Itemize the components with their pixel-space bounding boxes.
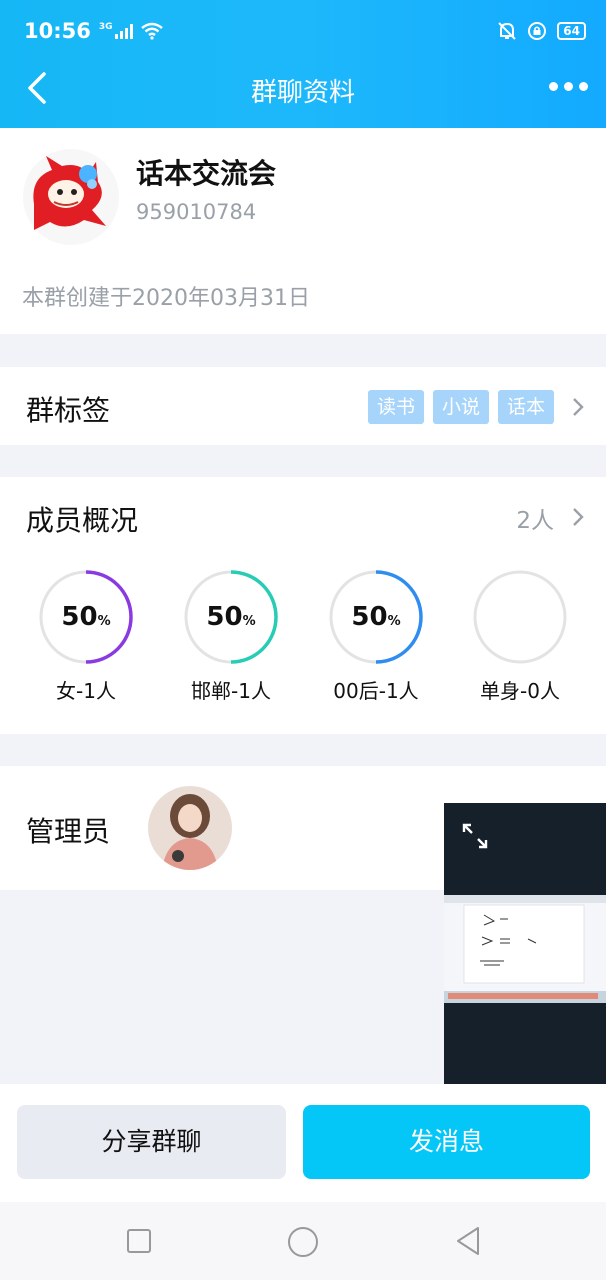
send-message-button[interactable]: 发消息	[303, 1105, 590, 1179]
members-label: 成员概况	[26, 504, 139, 537]
group-name: 话本交流会	[136, 157, 277, 190]
admin-avatar[interactable]	[148, 786, 232, 870]
back-icon[interactable]	[454, 1226, 482, 1256]
group-id: 959010784	[136, 200, 257, 224]
admin-label: 管理员	[26, 815, 111, 848]
status-time: 10:56	[24, 19, 91, 43]
ring-chart	[473, 570, 567, 664]
tag-chip: 读书	[367, 390, 424, 424]
wifi-icon	[140, 22, 163, 40]
chevron-right-icon	[573, 398, 584, 416]
members-overview-card: 成员概况 2人 50% 女-1人 50% 邯郸-1人 50% 00后-1人 单身…	[0, 477, 606, 734]
nav-bar: 群聊资料	[0, 60, 606, 116]
floating-video-window[interactable]	[444, 803, 606, 1090]
stat-gender[interactable]: 50% 女-1人	[16, 569, 156, 704]
tags-label: 群标签	[26, 394, 111, 427]
member-stats: 50% 女-1人 50% 邯郸-1人 50% 00后-1人 单身-0人	[0, 569, 606, 709]
network-type: 3G	[98, 22, 113, 32]
group-avatar[interactable]	[22, 148, 120, 246]
member-count[interactable]: 2人	[516, 501, 554, 535]
stat-percent: 50%	[61, 602, 111, 632]
screen-thumbnail	[444, 895, 606, 1003]
lock-rotation-icon	[528, 22, 547, 40]
bottom-action-bar: 分享群聊 发消息	[0, 1084, 606, 1202]
tag-chip: 小说	[432, 390, 489, 424]
system-navigation-bar	[0, 1202, 606, 1280]
chevron-right-icon[interactable]	[570, 506, 586, 528]
stat-label: 女-1人	[56, 679, 116, 703]
app-header: 10:56 3G 64 群聊资料	[0, 0, 606, 128]
group-tags-row[interactable]: 群标签 读书 小说 话本	[0, 367, 606, 445]
recent-apps-icon[interactable]	[126, 1228, 152, 1254]
mute-bell-icon	[498, 22, 517, 40]
group-created-date: 本群创建于2020年03月31日	[22, 286, 310, 311]
tags-list: 读书 小说 话本	[367, 390, 554, 424]
signal-icon	[114, 23, 133, 39]
stat-label: 单身-0人	[480, 679, 560, 703]
ring-track	[473, 570, 567, 664]
home-icon[interactable]	[287, 1226, 319, 1258]
expand-icon[interactable]	[462, 823, 488, 849]
stat-percent: 50%	[206, 602, 256, 632]
group-info-card: 话本交流会 959010784 本群创建于2020年03月31日	[0, 128, 606, 334]
stat-label: 邯郸-1人	[191, 679, 271, 703]
tag-chip: 话本	[497, 390, 554, 424]
page-title: 群聊资料	[250, 78, 355, 108]
stat-region[interactable]: 50% 邯郸-1人	[161, 569, 301, 704]
share-group-button[interactable]: 分享群聊	[17, 1105, 286, 1179]
stat-age[interactable]: 50% 00后-1人	[306, 569, 446, 704]
stat-single[interactable]: 单身-0人	[450, 569, 590, 704]
status-bar: 10:56 3G 64	[24, 14, 586, 48]
stat-label: 00后-1人	[333, 679, 419, 703]
more-options-icon[interactable]	[549, 82, 588, 91]
battery-indicator: 64	[557, 22, 586, 40]
stat-percent: 50%	[351, 602, 401, 632]
